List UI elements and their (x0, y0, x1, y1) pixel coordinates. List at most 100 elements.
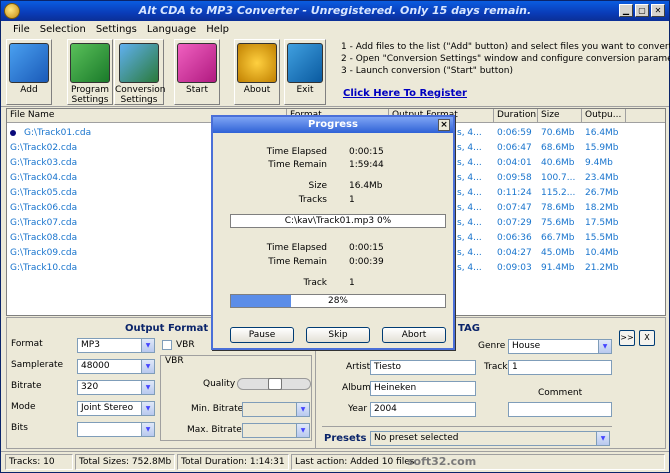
register-link[interactable]: Click Here To Register (343, 88, 467, 99)
clear-tag-button[interactable]: X (639, 330, 655, 346)
artist-label: Artist (346, 362, 371, 372)
start-button[interactable]: Start (174, 39, 220, 105)
start-icon (177, 43, 217, 83)
conversion-settings-label-1: Conversion (115, 85, 166, 95)
year-label: Year (348, 404, 368, 414)
track-duration: 0:04:27 (497, 248, 532, 258)
vbr-group-title: VBR (165, 356, 184, 366)
menu-settings[interactable]: Settings (96, 24, 137, 35)
chevron-down-icon: ▼ (596, 432, 609, 445)
file-progress-text: C:\kav\Track01.mp3 0% (284, 216, 392, 226)
next-tag-button[interactable]: >> (619, 330, 635, 346)
program-settings-button[interactable]: Program Settings (67, 39, 113, 105)
presets-row: Presets No preset selected ▼ (322, 426, 612, 446)
track-progress-fill (231, 295, 291, 307)
chevron-down-icon: ▼ (296, 403, 309, 416)
instruction-step-1: 1 - Add files to the list ("Add" button)… (341, 42, 670, 52)
chevron-down-icon: ▼ (141, 339, 154, 352)
track-name: G:\Track03.cda (10, 158, 78, 168)
presets-select[interactable]: No preset selected ▼ (370, 431, 610, 446)
year-input[interactable]: 2004 (370, 402, 476, 417)
abort-button[interactable]: Abort (382, 327, 446, 343)
elapsed2-value: 0:00:15 (349, 243, 384, 253)
tracks-label: Tracks (298, 195, 327, 205)
col-output-size[interactable]: Outpu... (582, 109, 626, 123)
mode-label: Mode (11, 402, 36, 412)
tag-title: TAG (458, 323, 480, 334)
track-size: 100.7... (541, 173, 576, 183)
toolbar: Add Program Settings Conversion Settings… (1, 37, 670, 107)
track-info: s, 4... (457, 158, 482, 168)
add-button[interactable]: Add (6, 39, 52, 105)
close-button[interactable]: ✕ (651, 4, 665, 17)
quality-slider-thumb[interactable] (268, 378, 282, 390)
samplerate-select[interactable]: 48000 ▼ (77, 359, 155, 374)
status-last-action: Last action: Added 10 files (291, 454, 665, 470)
tracks-value: 1 (349, 195, 355, 205)
genre-label: Genre (478, 341, 506, 351)
add-files-icon (9, 43, 49, 83)
album-label: Album (342, 383, 371, 393)
track-duration: 0:06:36 (497, 233, 532, 243)
add-label: Add (20, 85, 38, 95)
watermark: soft32.com (407, 455, 477, 468)
track-duration: 0:11:24 (497, 188, 532, 198)
bits-select[interactable]: ▼ (77, 422, 155, 437)
maximize-button[interactable]: ▢ (635, 4, 649, 17)
instructions: 1 - Add files to the list ("Add" button)… (341, 41, 670, 77)
quality-label: Quality (203, 379, 236, 389)
track-input[interactable]: 1 (508, 360, 612, 375)
track-output-size: 18.2Mb (585, 203, 619, 213)
about-button[interactable]: About (234, 39, 280, 105)
pause-button[interactable]: Pause (230, 327, 294, 343)
mode-select[interactable]: Joint Stereo ▼ (77, 401, 155, 416)
menu-language[interactable]: Language (147, 24, 196, 35)
track-name: G:\Track02.cda (10, 143, 78, 153)
format-select[interactable]: MP3 ▼ (77, 338, 155, 353)
mode-value: Joint Stereo (81, 403, 134, 413)
progress-title-bar[interactable]: Progress × (213, 117, 453, 133)
chevron-down-icon: ▼ (141, 360, 154, 373)
program-settings-icon (70, 43, 110, 83)
track-output-size: 16.4Mb (585, 128, 619, 138)
vbr-checkbox[interactable] (162, 340, 172, 350)
max-bitrate-select[interactable]: ▼ (242, 423, 310, 438)
track-size: 66.7Mb (541, 233, 575, 243)
elapsed-value: 0:00:15 (349, 147, 384, 157)
exit-button[interactable]: Exit (284, 39, 326, 105)
col-size[interactable]: Size (538, 109, 582, 123)
comment-input[interactable] (508, 402, 612, 417)
bitrate-select[interactable]: 320 ▼ (77, 380, 155, 395)
about-label: About (243, 85, 271, 95)
remain2-label: Time Remain (268, 257, 327, 267)
album-input[interactable]: Heineken (370, 381, 476, 396)
status-tracks: Tracks: 10 (5, 454, 73, 470)
track-info: s, 4... (457, 203, 482, 213)
main-window: Alt CDA to MP3 Converter - Unregistered.… (0, 0, 670, 473)
track-info: s, 4... (457, 218, 482, 228)
menu-help[interactable]: Help (206, 24, 229, 35)
presets-label: Presets (324, 433, 367, 444)
skip-button[interactable]: Skip (306, 327, 370, 343)
track-name: G:\Track07.cda (10, 218, 78, 228)
bits-label: Bits (11, 423, 28, 433)
conversion-settings-button[interactable]: Conversion Settings (114, 39, 166, 105)
min-bitrate-label: Min. Bitrate (191, 404, 244, 414)
min-bitrate-select[interactable]: ▼ (242, 402, 310, 417)
minimize-button[interactable]: ▁ (619, 4, 633, 17)
track-info: s, 4... (457, 248, 482, 258)
track-output-size: 17.5Mb (585, 218, 619, 228)
title-bar[interactable]: Alt CDA to MP3 Converter - Unregistered.… (1, 1, 669, 21)
instruction-step-3: 3 - Launch conversion ("Start" button) (341, 66, 513, 76)
menu-file[interactable]: File (13, 24, 30, 35)
menu-selection[interactable]: Selection (40, 24, 86, 35)
progress-close-button[interactable]: × (438, 119, 450, 131)
col-duration[interactable]: Duration (494, 109, 538, 123)
quality-slider[interactable] (237, 378, 311, 390)
track-name: G:\Track08.cda (10, 233, 78, 243)
track-duration: 0:04:01 (497, 158, 532, 168)
genre-select[interactable]: House ▼ (508, 339, 612, 354)
artist-input[interactable]: Tiesto (370, 360, 476, 375)
track-info: s, 4... (457, 188, 482, 198)
instruction-step-2: 2 - Open "Conversion Settings" window an… (341, 54, 670, 64)
